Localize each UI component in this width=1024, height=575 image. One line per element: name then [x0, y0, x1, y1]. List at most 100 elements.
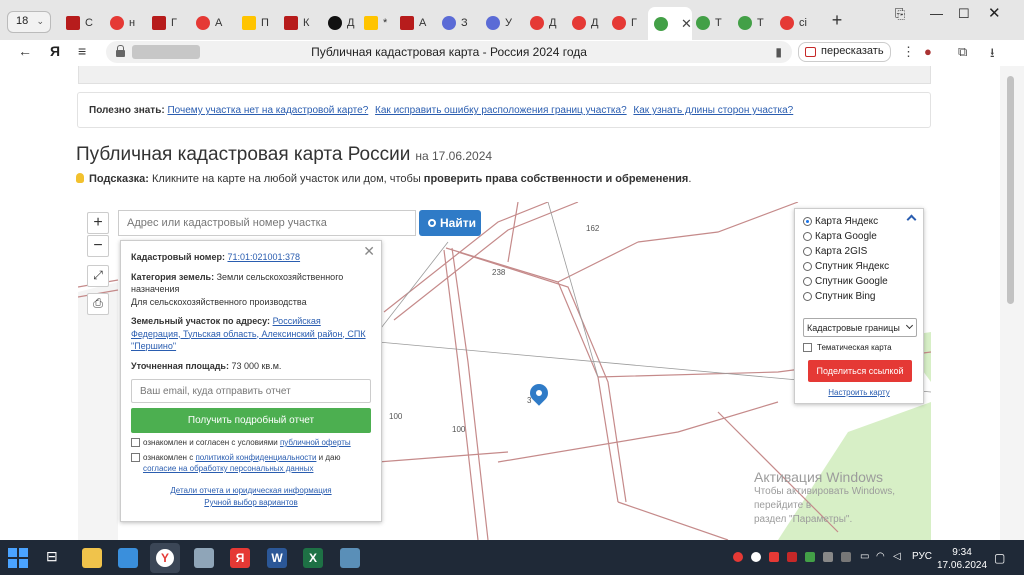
page-scrollbar[interactable]: [1000, 66, 1024, 540]
browser-tab[interactable]: Т: [690, 9, 730, 36]
photos-icon[interactable]: [340, 548, 360, 568]
network-icon[interactable]: ▭: [860, 551, 869, 562]
cad-number-link[interactable]: 71:01:021001:378: [227, 252, 300, 262]
clock[interactable]: 9:34 17.06.2024: [937, 546, 987, 572]
tray-green-icon[interactable]: [805, 552, 815, 562]
tray-util-icon[interactable]: [823, 552, 833, 562]
yandex-icon[interactable]: Я: [230, 548, 250, 568]
useful-link-missing-plot[interactable]: Почему участка нет на кадастровой карте?: [167, 105, 368, 116]
task-view-icon[interactable]: ⊟: [46, 548, 66, 568]
browser-tab[interactable]: А: [394, 9, 434, 36]
email-field[interactable]: Ваш email, куда отправить отчет: [131, 379, 371, 403]
radio-button[interactable]: [803, 292, 812, 301]
notification-icon[interactable]: ▢: [994, 551, 1005, 565]
calculator-icon[interactable]: [194, 548, 214, 568]
excel-icon[interactable]: X: [303, 548, 323, 568]
tab-count-button[interactable]: 18 ⌄: [7, 11, 51, 33]
volume-icon[interactable]: ◁: [893, 551, 901, 562]
radio-button[interactable]: [803, 277, 812, 286]
personal-data-link[interactable]: согласие на обработку персональных данны…: [143, 464, 313, 473]
browser-tab[interactable]: К: [278, 9, 318, 36]
bookmark-flag-icon[interactable]: ▮: [775, 45, 782, 59]
browser-tab[interactable]: Д: [322, 9, 362, 36]
offer-checkbox[interactable]: [131, 438, 140, 447]
basemap-option-label: Спутник Google: [815, 276, 888, 287]
scrollbar-thumb[interactable]: [1007, 76, 1014, 304]
close-icon[interactable]: ✕: [363, 244, 375, 257]
new-tab-button[interactable]: +: [826, 10, 848, 32]
back-arrow-icon[interactable]: ←: [18, 43, 32, 59]
download-icon[interactable]: ⭳: [990, 44, 995, 66]
browser-tab[interactable]: ci: [774, 9, 814, 36]
privacy-link[interactable]: политикой конфиденциальности: [195, 453, 316, 462]
basemap-option[interactable]: Карта Яндекс: [803, 214, 915, 229]
file-explorer-icon[interactable]: [82, 548, 102, 568]
overlay-select[interactable]: Кадастровые границы: [803, 318, 917, 337]
tab-label: Г: [631, 16, 637, 29]
offer-link[interactable]: публичной оферты: [280, 438, 351, 447]
privacy-checkbox[interactable]: [131, 453, 140, 462]
more-dots-icon[interactable]: ⋮: [902, 44, 915, 60]
basemap-option[interactable]: Карта Google: [803, 229, 915, 244]
language-indicator[interactable]: РУС: [912, 551, 932, 562]
windows-start-icon[interactable]: [8, 548, 28, 568]
collections-icon[interactable]: ⧉: [958, 44, 967, 60]
browser-tab[interactable]: П: [236, 9, 276, 36]
manual-choice-link[interactable]: Ручной выбор вариантов: [204, 498, 297, 507]
cadastral-map[interactable]: 162 238 100 100 3 + − ⤢ ⎙ Адрес или када…: [78, 202, 931, 540]
zoom-in-button[interactable]: +: [87, 212, 109, 234]
store-icon[interactable]: [118, 548, 138, 568]
address-search-input[interactable]: Адрес или кадастровый номер участка: [118, 210, 416, 236]
retell-button[interactable]: пересказать: [798, 42, 891, 62]
extension-icon[interactable]: ●: [924, 44, 932, 59]
print-icon[interactable]: ⎙: [87, 293, 109, 315]
basemap-option[interactable]: Спутник Bing: [803, 289, 915, 304]
minimize-button[interactable]: —: [930, 6, 943, 21]
tray-media-icon[interactable]: [787, 552, 797, 562]
bookmark-icon[interactable]: ⎘: [895, 6, 905, 22]
browser-tab[interactable]: Г: [606, 9, 646, 36]
basemap-option[interactable]: Спутник Яндекс: [803, 259, 915, 274]
radio-button[interactable]: [803, 217, 812, 226]
close-window-button[interactable]: ✕: [988, 4, 1001, 22]
useful-link-side-lengths[interactable]: Как узнать длины сторон участка?: [633, 105, 793, 116]
browser-tab[interactable]: н: [104, 9, 144, 36]
tray-chevron-icon[interactable]: [841, 552, 851, 562]
browser-tab[interactable]: С: [60, 9, 100, 36]
browser-tab[interactable]: У: [480, 9, 520, 36]
radio-button[interactable]: [803, 262, 812, 271]
browser-tab[interactable]: З: [436, 9, 476, 36]
browser-tab[interactable]: Д: [566, 9, 606, 36]
fullscreen-icon[interactable]: ⤢: [87, 265, 109, 287]
basemap-option[interactable]: Спутник Google: [803, 274, 915, 289]
basemap-option[interactable]: Карта 2GIS: [803, 244, 915, 259]
find-button[interactable]: Найти: [419, 210, 481, 236]
menu-lines-icon[interactable]: ≡: [78, 43, 86, 59]
configure-map-link[interactable]: Настроить карту: [803, 388, 915, 397]
radio-button[interactable]: [803, 232, 812, 241]
browser-tab[interactable]: Г: [146, 9, 186, 36]
yandex-browser-taskbar-icon[interactable]: Y: [150, 543, 180, 573]
wifi-icon[interactable]: ◠: [876, 551, 885, 562]
radio-button[interactable]: [803, 247, 812, 256]
details-link[interactable]: Детали отчета и юридическая информация: [170, 486, 331, 495]
share-link-button[interactable]: Поделиться ссылкой: [808, 360, 912, 382]
browser-tab[interactable]: Т: [732, 9, 772, 36]
maximize-button[interactable]: ☐: [958, 6, 970, 22]
browser-tab[interactable]: А: [190, 9, 230, 36]
yandex-tray-icon[interactable]: [751, 552, 761, 562]
browser-tab[interactable]: Д: [524, 9, 564, 36]
useful-link-fix-borders[interactable]: Как исправить ошибку расположения границ…: [375, 105, 627, 116]
tab-label: *: [383, 16, 388, 29]
tray-app-icon[interactable]: [769, 552, 779, 562]
url-field[interactable]: Публичная кадастровая карта - Россия 202…: [106, 41, 792, 63]
yandex-logo-icon[interactable]: Я: [50, 43, 60, 59]
word-icon[interactable]: W: [267, 548, 287, 568]
thematic-toggle[interactable]: Тематическая карта: [803, 343, 915, 352]
thematic-checkbox[interactable]: [803, 343, 812, 352]
browser-tab[interactable]: *: [358, 9, 398, 36]
opera-icon[interactable]: [733, 552, 743, 562]
browser-tab[interactable]: ✕: [648, 7, 692, 40]
zoom-out-button[interactable]: −: [87, 235, 109, 257]
get-report-button[interactable]: Получить подробный отчет: [131, 408, 371, 433]
